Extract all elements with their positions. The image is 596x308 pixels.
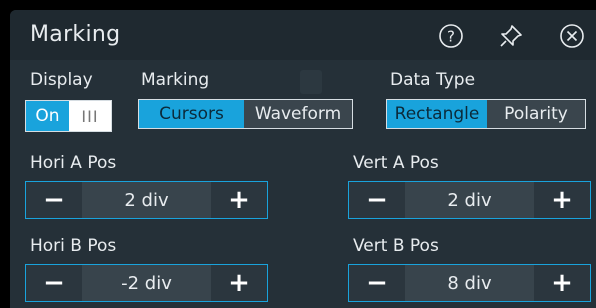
vert-b-stepper[interactable]: − 8 div + xyxy=(348,264,591,302)
vert-a-stepper[interactable]: − 2 div + xyxy=(348,181,591,219)
title-bar: Marking ? xyxy=(10,10,596,60)
pin-icon[interactable] xyxy=(498,23,524,49)
help-icon[interactable]: ? xyxy=(438,23,464,49)
hori-b-decrement-button[interactable]: − xyxy=(26,265,82,301)
vert-a-label: Vert A Pos xyxy=(353,153,439,173)
hori-b-stepper[interactable]: − -2 div + xyxy=(25,264,268,302)
background-readout xyxy=(300,70,322,94)
hori-b-label: Hori B Pos xyxy=(30,236,117,256)
panel-title: Marking xyxy=(30,22,121,47)
hori-b-increment-button[interactable]: + xyxy=(211,265,267,301)
display-label: Display xyxy=(30,70,93,90)
hori-a-stepper[interactable]: − 2 div + xyxy=(25,181,268,219)
vert-b-label: Vert B Pos xyxy=(353,236,439,256)
vert-a-decrement-button[interactable]: − xyxy=(349,182,405,218)
data-type-option-polarity[interactable]: Polarity xyxy=(487,100,585,128)
marking-panel: Marking ? Display On III Marking Cursors… xyxy=(10,10,596,308)
display-on-label: On xyxy=(26,101,69,131)
vert-b-increment-button[interactable]: + xyxy=(534,265,590,301)
hori-a-decrement-button[interactable]: − xyxy=(26,182,82,218)
close-icon[interactable] xyxy=(559,23,585,49)
hori-a-value: 2 div xyxy=(82,182,211,218)
marking-label: Marking xyxy=(141,70,210,90)
vert-a-value: 2 div xyxy=(405,182,534,218)
display-toggle[interactable]: On III xyxy=(25,100,112,132)
vert-b-decrement-button[interactable]: − xyxy=(349,265,405,301)
hori-a-label: Hori A Pos xyxy=(30,153,117,173)
hori-a-increment-button[interactable]: + xyxy=(211,182,267,218)
marking-option-cursors[interactable]: Cursors xyxy=(139,100,244,128)
hori-b-value: -2 div xyxy=(82,265,211,301)
data-type-option-rectangle[interactable]: Rectangle xyxy=(387,100,487,128)
data-type-label: Data Type xyxy=(390,70,476,90)
marking-option-waveform[interactable]: Waveform xyxy=(244,100,352,128)
data-type-selector[interactable]: Rectangle Polarity xyxy=(386,99,586,129)
vert-b-value: 8 div xyxy=(405,265,534,301)
vert-a-increment-button[interactable]: + xyxy=(534,182,590,218)
toggle-knob: III xyxy=(69,101,111,131)
svg-text:?: ? xyxy=(447,28,455,46)
marking-selector[interactable]: Cursors Waveform xyxy=(138,99,353,129)
